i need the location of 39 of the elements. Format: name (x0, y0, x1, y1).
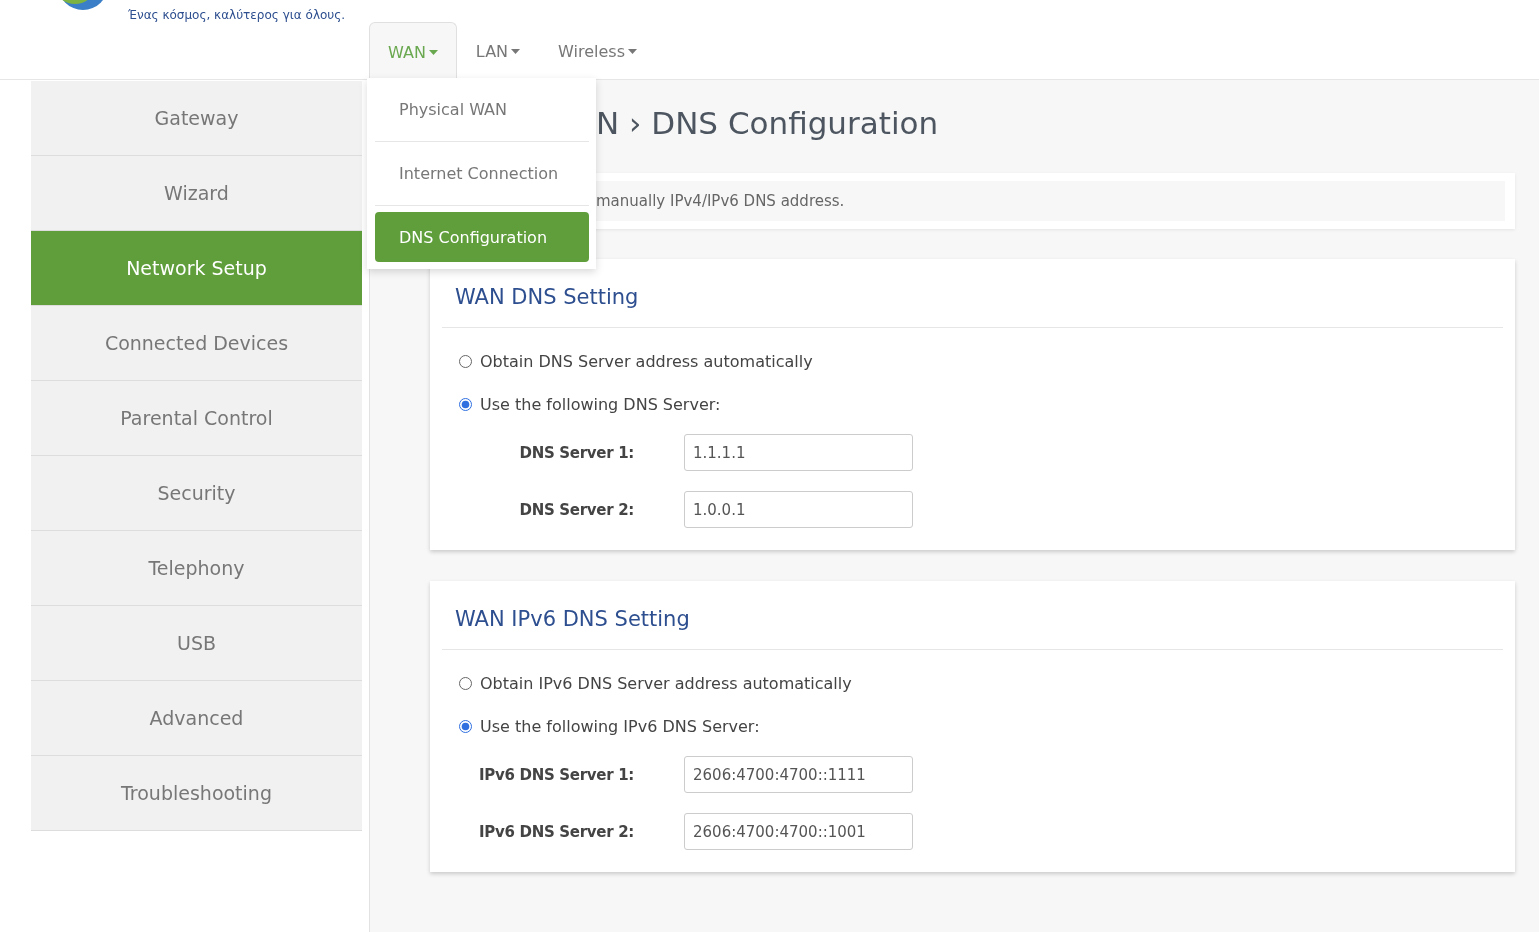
nav-tab[interactable]: WAN (369, 22, 457, 81)
sidebar-item[interactable]: Wizard (31, 156, 362, 231)
sidebar-item[interactable]: Security (31, 456, 362, 531)
sidebar-item[interactable]: USB (31, 606, 362, 681)
radio-label: Use the following DNS Server: (480, 395, 721, 414)
input-field[interactable]: 1.0.0.1 (684, 491, 913, 528)
field-label: IPv6 DNS Server 1: (477, 765, 634, 784)
radio-button[interactable] (459, 355, 472, 368)
card-title: WAN IPv6 DNS Setting (442, 581, 1503, 650)
menu-item[interactable]: DNS Configuration (375, 212, 589, 262)
menu-item[interactable]: Physical WAN (375, 78, 589, 142)
radio-label: Use the following IPv6 DNS Server: (480, 717, 760, 736)
radio-label: Obtain DNS Server address automatically (480, 352, 813, 371)
radio-button[interactable] (459, 720, 472, 733)
radio-label: Obtain IPv6 DNS Server address automatically (480, 674, 852, 693)
nav-tab[interactable]: Wireless (539, 22, 656, 80)
field-label: DNS Server 2: (518, 500, 634, 519)
input-field[interactable]: 1.1.1.1 (684, 434, 913, 471)
menu-item[interactable]: Internet Connection (375, 142, 589, 206)
field-label: IPv6 DNS Server 2: (477, 822, 634, 841)
input-field[interactable]: 2606:4700:4700::1001 (684, 813, 913, 850)
tagline: Ένας κόσμος, καλύτερος για όλους. (128, 8, 346, 22)
sidebar-item[interactable]: Parental Control (31, 381, 362, 456)
caret-icon (511, 49, 521, 54)
caret-icon (628, 49, 637, 54)
sidebar-item[interactable]: Gateway (31, 81, 362, 156)
sidebar-item[interactable]: Advanced (31, 681, 362, 756)
field-label: DNS Server 1: (518, 443, 634, 462)
sidebar-item[interactable]: Network Setup (31, 231, 362, 306)
description-text: manually IPv4/IPv6 DNS address. (596, 192, 845, 210)
nav-tab[interactable]: LAN (456, 22, 540, 80)
sidebar-item[interactable]: Telephony (31, 531, 362, 606)
radio-button[interactable] (459, 398, 472, 411)
sidebar-item[interactable]: Connected Devices (31, 306, 362, 381)
sidebar-item[interactable]: Troubleshooting (31, 756, 362, 831)
caret-icon (428, 49, 438, 55)
radio-button[interactable] (459, 677, 472, 690)
page-title: N › DNS Configuration (596, 105, 940, 143)
input-field[interactable]: 2606:4700:4700::1111 (684, 756, 913, 793)
